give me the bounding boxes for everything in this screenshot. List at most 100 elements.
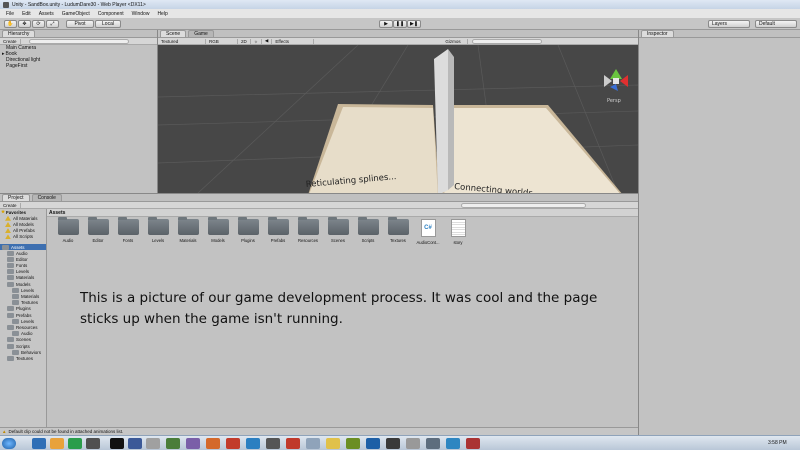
taskbar-app-17[interactable]	[426, 438, 440, 449]
asset-item[interactable]: Scenes	[326, 217, 350, 243]
taskbar-app-7[interactable]	[226, 438, 240, 449]
start-button[interactable]	[2, 438, 16, 449]
layers-dropdown[interactable]: Layers	[708, 20, 750, 28]
folder-icon	[2, 244, 9, 250]
asset-item[interactable]: Levels	[146, 217, 170, 243]
tab-hierarchy[interactable]: Hierarchy	[2, 30, 36, 37]
project-create-label: Create	[3, 202, 17, 208]
tab-project[interactable]: Project	[2, 194, 30, 201]
asset-item[interactable]: Resources	[296, 217, 320, 243]
asset-item[interactable]: Materials	[176, 217, 200, 243]
asset-item[interactable]: Plugins	[236, 217, 260, 243]
menu-window[interactable]: Window	[132, 11, 150, 17]
favorite-item[interactable]: All Scripts	[0, 234, 46, 240]
menu-gameobject[interactable]: GameObject	[62, 11, 90, 17]
tab-console[interactable]: Console	[31, 194, 62, 201]
scene-search-input[interactable]	[472, 38, 543, 44]
menu-help[interactable]: Help	[157, 11, 167, 17]
favorites-label: Favorites	[6, 209, 27, 215]
menu-file[interactable]: File	[6, 11, 14, 17]
taskbar-app-explorer[interactable]	[50, 438, 64, 449]
taskbar-app-unity[interactable]	[86, 438, 100, 449]
hierarchy-item-pagefirst[interactable]: PageFirst	[0, 63, 157, 69]
asset-item[interactable]: Scripts	[356, 217, 380, 243]
status-message[interactable]: Default clip could not be found in attac…	[8, 429, 123, 434]
asset-item[interactable]: Editor	[86, 217, 110, 243]
asset-item[interactable]: C# AudioCont...	[416, 219, 440, 245]
folder-icon	[7, 337, 14, 343]
pause-button[interactable]: ❚❚	[393, 20, 407, 28]
folder-icon	[7, 343, 14, 349]
move-tool-button[interactable]: ✥	[18, 20, 31, 28]
2d-toggle[interactable]: 2D	[238, 38, 251, 44]
project-search-input[interactable]	[460, 202, 586, 208]
layout-dropdown[interactable]: Default	[755, 20, 797, 28]
folder-icon	[357, 217, 379, 235]
folder-icon	[237, 217, 259, 235]
taskbar-app-8[interactable]	[246, 438, 260, 449]
folder-icon	[7, 355, 14, 361]
tree-folder-label: Scripts	[16, 343, 30, 349]
taskbar-app-12[interactable]	[326, 438, 340, 449]
hierarchy-search-input[interactable]	[28, 38, 129, 44]
folder-icon	[387, 217, 409, 235]
gizmo-center[interactable]	[613, 78, 619, 84]
taskbar-app-15[interactable]	[386, 438, 400, 449]
local-toggle[interactable]: Local	[95, 20, 121, 28]
rotate-tool-button[interactable]: ⟳	[32, 20, 45, 28]
scene-viewport[interactable]: Reticulating splines... Connecting world…	[158, 45, 638, 193]
shading-mode-dropdown[interactable]: Textured	[158, 38, 206, 44]
inspector-panel: Inspector	[638, 30, 800, 435]
asset-item[interactable]: Textures	[386, 217, 410, 243]
taskbar-app-9[interactable]	[266, 438, 280, 449]
shading-mode-label: Textured	[161, 38, 179, 44]
taskbar-app-14[interactable]	[366, 438, 380, 449]
asset-item[interactable]: Audio	[56, 217, 80, 243]
scale-tool-button[interactable]: ⤢	[46, 20, 59, 28]
lighting-toggle[interactable]: ☼	[251, 38, 262, 44]
tree-folder-label: Audio	[16, 250, 28, 256]
project-create-button[interactable]: Create	[0, 202, 21, 208]
taskbar-app-10[interactable]	[286, 438, 300, 449]
taskbar-app-13[interactable]	[346, 438, 360, 449]
step-button[interactable]: ▶❚	[407, 20, 421, 28]
taskbar-app-19[interactable]	[466, 438, 480, 449]
asset-item[interactable]: Fonts	[116, 217, 140, 243]
play-button[interactable]: ▶	[379, 20, 393, 28]
folder-icon	[7, 306, 14, 312]
taskbar-app-chrome[interactable]	[68, 438, 82, 449]
taskbar-app-6[interactable]	[206, 438, 220, 449]
tab-game[interactable]: Game	[188, 30, 214, 37]
menu-assets[interactable]: Assets	[39, 11, 54, 17]
taskbar-app-16[interactable]	[406, 438, 420, 449]
taskbar-app-1[interactable]	[110, 438, 124, 449]
folder-icon	[117, 217, 139, 235]
tab-inspector[interactable]: Inspector	[641, 30, 674, 37]
asset-item-label: Models	[211, 238, 225, 243]
audio-toggle[interactable]: ◀	[262, 38, 273, 44]
taskbar-app-3[interactable]	[146, 438, 160, 449]
render-mode-dropdown[interactable]: RGB	[206, 38, 238, 44]
pause-icon: ❚❚	[395, 21, 405, 27]
tree-folder-item[interactable]: Textures	[0, 355, 46, 361]
taskbar-app-11[interactable]	[306, 438, 320, 449]
pivot-toggle[interactable]: Pivot	[66, 20, 94, 28]
asset-item[interactable]: Prefabs	[266, 217, 290, 243]
effects-dropdown[interactable]: Effects	[272, 38, 315, 44]
assets-path-label[interactable]: Assets	[49, 210, 65, 216]
folder-icon	[177, 217, 199, 235]
taskbar-app-ie[interactable]	[32, 438, 46, 449]
taskbar-app-18[interactable]	[446, 438, 460, 449]
taskbar-app-4[interactable]	[166, 438, 180, 449]
taskbar-clock[interactable]: 3:58 PM	[768, 440, 787, 446]
tab-scene[interactable]: Scene	[160, 30, 187, 37]
asset-item[interactable]: Models	[206, 217, 230, 243]
asset-item[interactable]: story	[446, 219, 470, 245]
menu-component[interactable]: Component	[98, 11, 124, 17]
hierarchy-create-button[interactable]: Create	[0, 38, 21, 44]
hand-tool-button[interactable]: ✋	[4, 20, 17, 28]
gizmos-dropdown[interactable]: Gizmos	[442, 38, 469, 44]
menu-edit[interactable]: Edit	[22, 11, 31, 17]
taskbar-app-2[interactable]	[128, 438, 142, 449]
taskbar-app-5[interactable]	[186, 438, 200, 449]
